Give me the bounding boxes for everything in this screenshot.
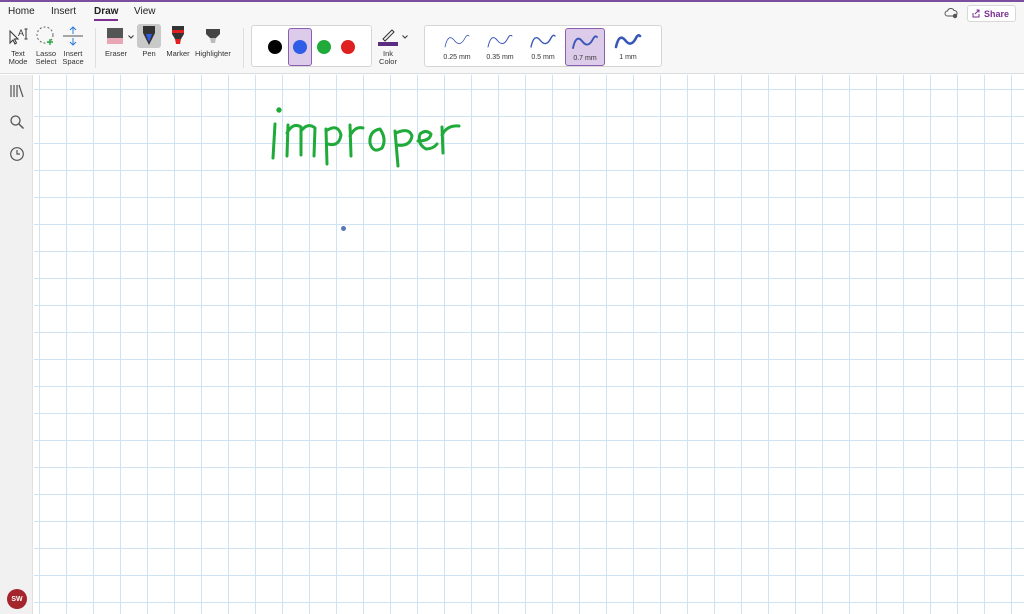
sync-cloud-icon[interactable] (944, 7, 958, 19)
note-canvas[interactable] (34, 75, 1024, 614)
marker-button[interactable]: Marker (166, 24, 190, 58)
ribbon-separator (243, 28, 244, 68)
stroke-wave-icon (614, 34, 642, 49)
pen-button[interactable]: Pen (137, 24, 161, 58)
ink-color-button[interactable]: Ink Color (376, 24, 400, 66)
share-button[interactable]: Share (966, 5, 1016, 22)
eraser-chevron-down-icon[interactable] (128, 35, 134, 39)
highlighter-label: Highlighter (195, 49, 231, 58)
text-mode-button[interactable]: A Text Mode (6, 24, 30, 66)
recent-clock-icon[interactable] (9, 146, 25, 162)
handwritten-ink (271, 107, 461, 168)
search-icon[interactable] (9, 114, 25, 130)
eraser-label: Eraser (104, 49, 128, 58)
thickness-label: 1 mm (619, 54, 637, 61)
stroke-wave-icon (530, 34, 556, 48)
highlighter-icon (205, 29, 220, 43)
notebooks-icon[interactable] (9, 83, 25, 99)
thickness-option[interactable]: 0.5 mm (523, 28, 563, 66)
stroke-wave-icon (572, 35, 598, 49)
ink-color-label-2: Color (379, 57, 397, 66)
color-dot-blue (293, 40, 307, 54)
thickness-option[interactable]: 0.35 mm (480, 28, 520, 66)
stroke-wave-icon (444, 34, 470, 48)
menu-home[interactable]: Home (8, 6, 35, 17)
thickness-label: 0.5 mm (531, 54, 555, 61)
thickness-label: 0.35 mm (486, 54, 514, 61)
thickness-option[interactable]: 0.25 mm (437, 28, 477, 66)
insert-space-icon (63, 26, 83, 46)
eraser-icon (107, 28, 123, 44)
menu-insert[interactable]: Insert (51, 6, 76, 17)
share-label: Share (983, 8, 1009, 19)
lasso-label-2: Select (35, 57, 57, 66)
navigation-rail: SW (0, 75, 33, 614)
marker-label: Marker (166, 49, 190, 58)
avatar[interactable]: SW (7, 589, 27, 609)
insert-space-label-2: Space (62, 57, 84, 66)
marker-icon (172, 26, 184, 44)
text-mode-icon: A (9, 28, 28, 45)
insert-space-button[interactable]: Insert Space (61, 24, 85, 66)
ink-color-chevron-down-icon[interactable] (402, 35, 408, 39)
thickness-label: 0.7 mm (573, 55, 597, 62)
color-dot-green (317, 40, 331, 54)
color-swatch-blue[interactable] (288, 28, 312, 66)
highlighter-button[interactable]: Highlighter (195, 24, 231, 58)
pen-label: Pen (142, 49, 156, 58)
thickness-option[interactable]: 1 mm (608, 28, 648, 66)
menu-view[interactable]: View (134, 6, 156, 17)
color-swatch-red[interactable] (336, 28, 360, 66)
eraser-button[interactable]: Eraser (104, 24, 128, 58)
lasso-select-button[interactable]: Lasso Select (34, 24, 58, 66)
lasso-icon (36, 26, 54, 45)
text-mode-label-2: Mode (8, 57, 28, 66)
ribbon-separator (95, 28, 96, 68)
color-swatch-green[interactable] (312, 28, 336, 66)
draw-ribbon: A Text Mode Lasso Select Insert Space Er… (0, 22, 1024, 74)
color-swatch-black[interactable] (263, 28, 287, 66)
svg-text:A: A (18, 28, 24, 38)
pen-cursor-dot (341, 226, 346, 231)
stroke-wave-icon (487, 34, 513, 48)
menu-bar: Home Insert Draw View Share (0, 0, 1024, 22)
thickness-option[interactable]: 0.7 mm (565, 28, 605, 66)
pen-icon (143, 26, 155, 45)
menu-draw[interactable]: Draw (94, 6, 119, 21)
thickness-label: 0.25 mm (443, 54, 471, 61)
share-icon (972, 9, 980, 18)
color-dot-red (341, 40, 355, 54)
ink-color-icon (378, 29, 398, 46)
color-dot-black (268, 40, 282, 54)
